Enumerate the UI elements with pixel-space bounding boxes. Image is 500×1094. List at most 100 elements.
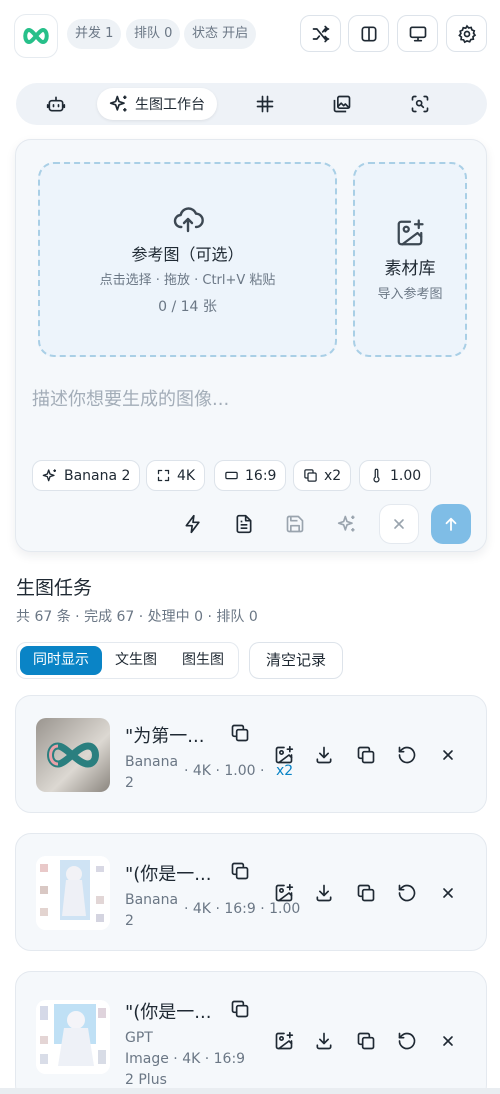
image-plus-icon <box>275 745 294 764</box>
enhance-prompt-button[interactable] <box>327 504 367 544</box>
thermometer-icon <box>373 468 380 483</box>
copy-icon <box>231 862 249 880</box>
copy-icon <box>357 884 375 902</box>
task-thumbnail[interactable] <box>36 856 110 930</box>
task-title: "(你是一... <box>125 1002 212 1023</box>
aspect-ratio-selector[interactable]: 16:9 <box>214 460 287 491</box>
task-specs-row: · 4K · 1.00 · <box>184 761 264 782</box>
maximize-icon <box>157 469 170 482</box>
task-meta: Banana 2 <box>125 890 178 932</box>
scan-search-icon <box>411 95 429 113</box>
reference-image-hint: 点击选择 · 拖放 · Ctrl+V 粘贴 <box>99 273 276 288</box>
columns-icon <box>361 26 376 41</box>
copy-icon <box>231 1000 249 1018</box>
delete-task-button[interactable] <box>434 1027 462 1055</box>
clear-history-button[interactable]: 清空记录 <box>249 642 343 679</box>
task-meta: GPT Image · 4K · 16:9 2 Plus <box>125 1028 245 1091</box>
temperature-selector[interactable]: 1.00 <box>359 460 432 491</box>
shuffle-button[interactable] <box>300 15 341 52</box>
tab-image-search[interactable] <box>406 88 434 120</box>
close-icon <box>394 519 404 529</box>
task-card[interactable]: "(你是一... GPT Image · 4K · 16:9 2 Plus <box>15 971 487 1094</box>
download-icon <box>316 884 332 902</box>
tab-image-workbench[interactable]: 生图工作台 <box>97 88 217 120</box>
use-as-reference-button[interactable] <box>270 879 298 907</box>
copy-icon <box>357 1032 375 1050</box>
filter-image-to-image[interactable]: 图生图 <box>171 646 235 675</box>
task-meta: Banana 2 <box>125 752 178 794</box>
task-thumbnail-image <box>36 856 110 930</box>
save-prompt-button[interactable] <box>275 504 315 544</box>
tab-gallery[interactable] <box>328 88 356 120</box>
asset-library-title: 素材库 <box>384 258 436 279</box>
desktop-view-button[interactable] <box>397 15 438 52</box>
resolution-selector-label: 4K <box>177 467 196 484</box>
copy-prompt-button[interactable] <box>230 861 250 881</box>
quick-generate-button[interactable] <box>173 504 213 544</box>
clear-prompt-button[interactable] <box>379 504 419 544</box>
sparkles-icon <box>42 468 56 481</box>
infinity-logo-icon <box>23 27 49 45</box>
tab-grid[interactable] <box>251 88 279 120</box>
use-as-reference-button[interactable] <box>270 741 298 769</box>
delete-task-button[interactable] <box>434 879 462 907</box>
tab-chat[interactable] <box>42 88 70 120</box>
rotate-ccw-icon <box>398 1032 416 1050</box>
download-icon <box>316 746 332 764</box>
close-icon <box>443 750 453 760</box>
retry-button[interactable] <box>393 1027 421 1055</box>
copy-prompt-button[interactable] <box>230 723 250 743</box>
rotate-ccw-icon <box>398 746 416 764</box>
task-card[interactable]: "(你是一... Banana 2 · 4K · 16:9 · 1.00 <box>15 833 487 951</box>
download-button[interactable] <box>310 741 338 769</box>
prompt-template-button[interactable] <box>224 504 264 544</box>
temperature-selector-label: 1.00 <box>390 467 422 484</box>
settings-button[interactable] <box>446 15 487 52</box>
image-plus-icon <box>275 883 294 902</box>
tab-image-workbench-label: 生图工作台 <box>135 97 205 113</box>
task-card[interactable]: "为第一... Banana 2 · 4K · 1.00 · x2 <box>15 695 487 813</box>
horizontal-scrollbar[interactable] <box>0 1088 500 1094</box>
image-plus-icon <box>397 218 424 245</box>
asset-library-button[interactable]: 素材库 导入参考图 <box>353 162 467 357</box>
task-thumbnail[interactable] <box>36 1000 110 1074</box>
filter-show-all[interactable]: 同时显示 <box>20 646 102 675</box>
model-selector[interactable]: Banana 2 <box>32 460 141 491</box>
asset-library-hint: 导入参考图 <box>377 286 443 302</box>
image-count-selector-label: x2 <box>324 467 342 484</box>
task-specs: · 4K · 1.00 · <box>184 763 265 779</box>
duplicate-button[interactable] <box>352 879 380 907</box>
robot-icon <box>46 96 66 112</box>
prompt-input[interactable]: 描述你想要生成的图像... <box>32 385 229 411</box>
retry-button[interactable] <box>393 879 421 907</box>
retry-button[interactable] <box>393 741 421 769</box>
file-text-icon <box>236 514 252 534</box>
split-view-button[interactable] <box>348 15 389 52</box>
model-selector-label: Banana 2 <box>64 467 131 484</box>
close-icon <box>443 1036 453 1046</box>
gear-icon <box>457 24 476 43</box>
sparkles-icon <box>337 515 355 532</box>
reference-image-dropzone[interactable]: 参考图（可选） 点击选择 · 拖放 · Ctrl+V 粘贴 0 / 14 张 <box>38 162 337 357</box>
download-button[interactable] <box>310 1027 338 1055</box>
duplicate-button[interactable] <box>352 1027 380 1055</box>
tasks-title: 生图任务 <box>16 577 93 599</box>
filter-text-to-image[interactable]: 文生图 <box>105 646 167 675</box>
download-button[interactable] <box>310 879 338 907</box>
copy-prompt-button[interactable] <box>230 999 250 1019</box>
delete-task-button[interactable] <box>434 741 462 769</box>
use-as-reference-button[interactable] <box>270 1027 298 1055</box>
aspect-ratio-selector-label: 16:9 <box>245 467 277 484</box>
image-plus-icon <box>275 1031 294 1050</box>
arrow-up-icon <box>445 517 457 531</box>
image-count-selector[interactable]: x2 <box>293 460 352 491</box>
resolution-selector[interactable]: 4K <box>146 460 206 491</box>
task-title: "为第一... <box>125 726 205 747</box>
task-model-line2: 2 <box>125 775 134 791</box>
queue-pill: 排队 0 <box>126 19 181 49</box>
copy-icon <box>304 469 317 482</box>
task-thumbnail[interactable] <box>36 718 110 792</box>
send-button[interactable] <box>431 504 471 544</box>
duplicate-button[interactable] <box>352 741 380 769</box>
app-logo[interactable] <box>14 14 58 58</box>
